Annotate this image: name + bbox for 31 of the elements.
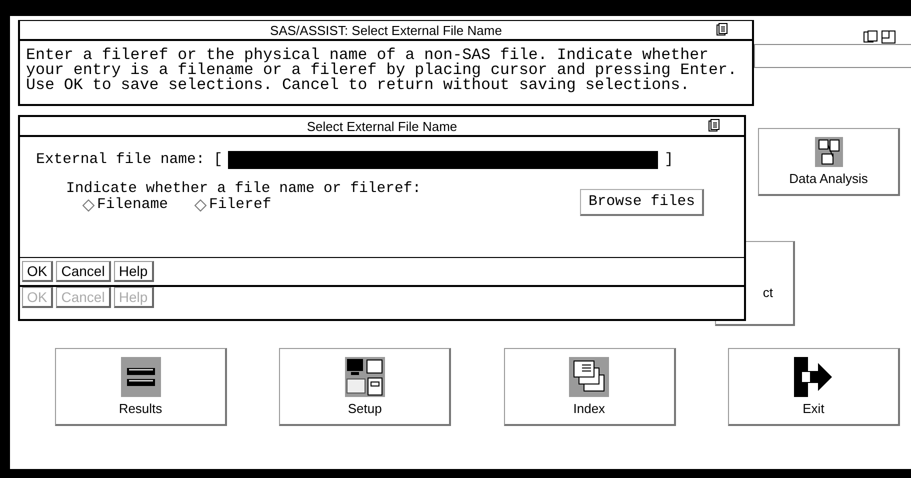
command-field[interactable] — [754, 44, 911, 68]
radio-button[interactable] — [82, 198, 95, 212]
bracket-text: ] — [664, 152, 674, 168]
drawers-icon — [120, 357, 160, 397]
help-text: Enter a fileref or the physical name of a non-SAS file. Indicate whether — [26, 48, 709, 63]
window-menu-icon[interactable] — [708, 119, 720, 132]
computer-equipment-icon — [344, 357, 385, 397]
tile-button[interactable]: Results — [55, 348, 227, 426]
tile-button[interactable]: Setup — [279, 348, 452, 426]
field-label: External file name: [ — [36, 152, 222, 168]
option-label[interactable]: Fileref — [209, 197, 272, 213]
tile-button[interactable]: Exit — [728, 348, 900, 426]
help-text: Use OK to save selections. Cancel to return without saving selections. — [26, 78, 691, 93]
radio-button[interactable] — [194, 198, 208, 212]
window-title: SAS/ASSIST: Select External File Name — [270, 22, 502, 38]
formula-icon — [814, 137, 842, 167]
tile-button[interactable]: Index — [504, 348, 676, 426]
dialog-button[interactable]: Cancel — [56, 261, 111, 282]
dialog-button[interactable]: Help — [114, 261, 154, 282]
help-text: your entry is a filename or a fileref by placing cursor and pressing Enter. — [26, 63, 738, 78]
exit-arrow-icon — [792, 357, 834, 397]
browse-files-button[interactable]: Browse files — [580, 189, 704, 216]
file-name-field[interactable] — [228, 151, 658, 169]
window-menu-icon[interactable] — [716, 23, 728, 36]
option-label[interactable]: Filename — [97, 197, 168, 213]
prompt-text: Indicate whether a file name or fileref: — [66, 181, 422, 197]
index-cards-icon — [569, 357, 610, 397]
window-title: Select External File Name — [306, 118, 458, 134]
dialog-button[interactable]: OK — [22, 261, 54, 282]
window-controls-icon[interactable] — [863, 30, 897, 44]
tile-button[interactable]: Data Analysis — [758, 128, 900, 196]
